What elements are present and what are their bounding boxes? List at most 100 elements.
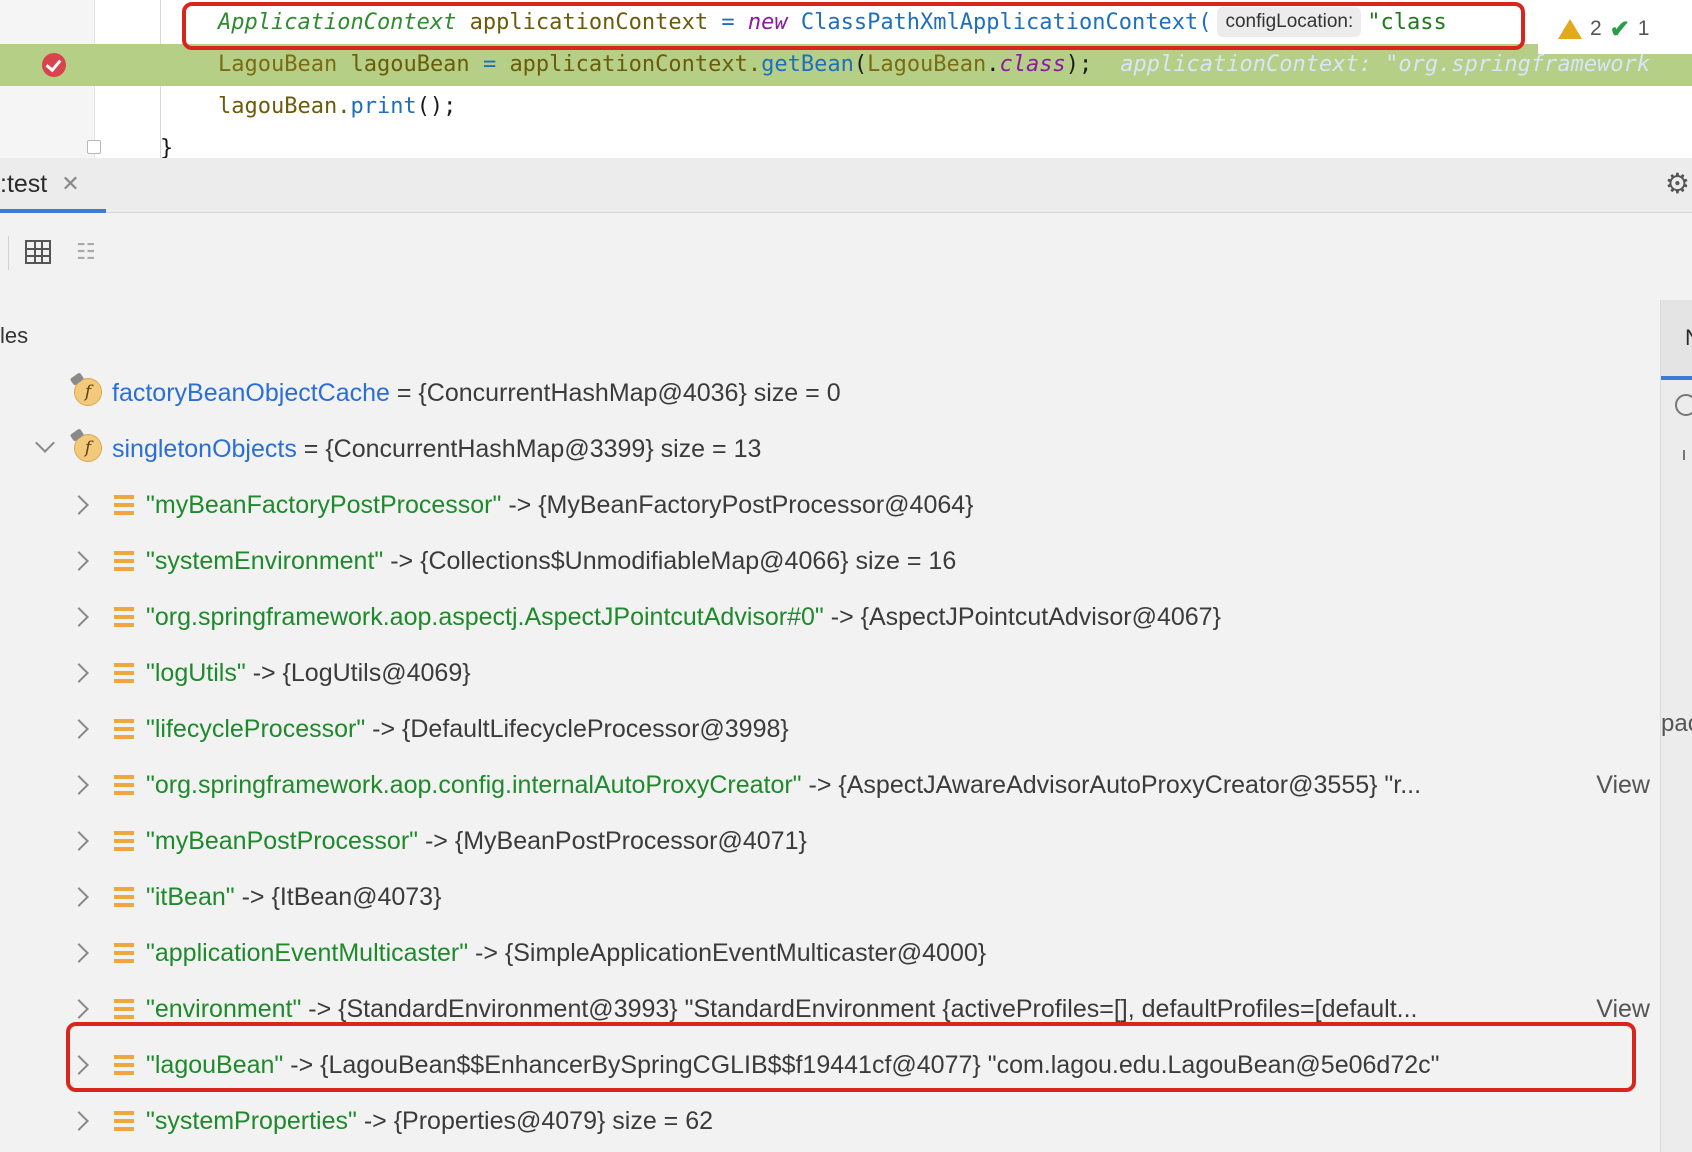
- map-entry-icon: [114, 887, 134, 907]
- tree-row-entry[interactable]: "environment" -> {StandardEnvironment@39…: [0, 981, 1660, 1037]
- layout-toggle-icon[interactable]: ☷: [76, 242, 104, 264]
- entry-value: -> {ItBean@4073}: [241, 883, 442, 911]
- code-token-new: new: [747, 10, 788, 35]
- divider-tick: [1683, 450, 1685, 460]
- code-editor[interactable]: ApplicationContext applicationContext = …: [0, 0, 1692, 158]
- code-token-op: =: [482, 52, 497, 77]
- map-entry-icon: [114, 943, 134, 963]
- table-view-icon[interactable]: [25, 240, 51, 264]
- field-icon: f: [74, 378, 102, 406]
- code-token-paren: (: [853, 52, 868, 77]
- entry-key: "environment": [146, 995, 302, 1023]
- entry-key: "org.springframework.aop.config.internal…: [146, 771, 802, 799]
- entry-value: -> {Collections$UnmodifiableMap@4066} si…: [390, 547, 957, 575]
- map-entry-icon: [114, 999, 134, 1019]
- variables-pane-title: les: [0, 323, 29, 348]
- tree-row-entry[interactable]: "applicationEventMulticaster" -> {Simple…: [0, 925, 1660, 981]
- tab-test[interactable]: :test ✕: [0, 158, 106, 213]
- chevron-right-icon[interactable]: [69, 831, 89, 851]
- code-line-3[interactable]: lagouBean.print();: [95, 86, 1692, 128]
- tree-row-entry[interactable]: "systemProperties" -> {Properties@4079} …: [0, 1093, 1660, 1149]
- code-line-2-execution-point[interactable]: LagouBean lagouBean = applicationContext…: [95, 44, 1692, 86]
- chevron-right-icon[interactable]: [69, 943, 89, 963]
- entry-key: "systemProperties": [146, 1107, 357, 1135]
- map-entry-icon: [114, 1111, 134, 1131]
- warning-count: 2: [1590, 17, 1602, 40]
- tree-row-entry[interactable]: "org.springframework.aop.config.internal…: [0, 757, 1660, 813]
- chevron-right-icon[interactable]: [69, 495, 89, 515]
- entry-value: -> {MyBeanFactoryPostProcessor@4064}: [508, 491, 974, 519]
- tree-row-entry[interactable]: "lagouBean" -> {LagouBean$$EnhancerBySpr…: [0, 1037, 1660, 1093]
- side-pane-tab[interactable]: N: [1661, 300, 1692, 380]
- code-token-var: lagouBean.: [218, 94, 351, 119]
- code-token-var: applicationContext: [469, 10, 709, 35]
- chevron-down-icon[interactable]: [35, 433, 55, 453]
- chevron-right-icon[interactable]: [69, 1055, 89, 1075]
- field-icon: f: [74, 434, 102, 462]
- tree-row-entry[interactable]: "org.springframework.aop.aspectj.AspectJ…: [0, 589, 1660, 645]
- code-token-class: ClassPathXmlApplicationContext(: [800, 10, 1212, 35]
- breakpoint-hit-icon[interactable]: [42, 53, 66, 77]
- view-link[interactable]: View: [1590, 757, 1650, 813]
- entry-key: "itBean": [146, 883, 235, 911]
- entry-value: -> {LagouBean$$EnhancerBySpringCGLIB$$f1…: [290, 1051, 1440, 1079]
- field-name: factoryBeanObjectCache: [112, 379, 390, 407]
- map-entry-icon: [114, 551, 134, 571]
- entry-key: "systemEnvironment": [146, 547, 384, 575]
- field-value: = {ConcurrentHashMap@3399} size = 13: [303, 435, 762, 463]
- tree-row-field[interactable]: f singletonObjects = {ConcurrentHashMap@…: [0, 421, 1660, 477]
- inline-debug-value: applicationContext: "org.springframework: [1120, 52, 1651, 77]
- code-token-type: LagouBean: [218, 52, 338, 77]
- entry-value: -> {AspectJPointcutAdvisor@4067}: [830, 603, 1221, 631]
- inspection-widget[interactable]: 2 ✔ 1: [1538, 4, 1692, 54]
- entry-value: -> {LogUtils@4069}: [252, 659, 471, 687]
- chevron-right-icon[interactable]: [69, 551, 89, 571]
- ok-count: 1: [1637, 17, 1650, 40]
- code-token-op: =: [721, 10, 735, 35]
- tree-row-field[interactable]: f factoryBeanObjectCache = {ConcurrentHa…: [0, 365, 1660, 421]
- entry-value: -> {DefaultLifecycleProcessor@3998}: [372, 715, 789, 743]
- chevron-right-icon[interactable]: [69, 887, 89, 907]
- code-token-end: );: [1065, 52, 1093, 77]
- chevron-right-icon[interactable]: [69, 663, 89, 683]
- search-icon[interactable]: [1675, 394, 1692, 416]
- close-icon[interactable]: ✕: [61, 159, 79, 209]
- tree-row-entry[interactable]: "itBean" -> {ItBean@4073}: [0, 869, 1660, 925]
- warning-icon: [1558, 19, 1582, 39]
- code-token-var: lagouBean: [350, 52, 470, 77]
- view-link[interactable]: View: [1590, 981, 1650, 1037]
- map-entry-icon: [114, 831, 134, 851]
- entry-value: -> {SimpleApplicationEventMulticaster@40…: [475, 939, 987, 967]
- tree-row-entry[interactable]: "systemEnvironment" -> {Collections$Unmo…: [0, 533, 1660, 589]
- entry-key: "lagouBean": [146, 1051, 284, 1079]
- chevron-right-icon[interactable]: [69, 999, 89, 1019]
- code-token-type: ApplicationContext: [218, 10, 457, 35]
- tab-label: :test: [0, 169, 48, 198]
- map-entry-icon: [114, 775, 134, 795]
- entry-key: "myBeanPostProcessor": [146, 827, 419, 855]
- code-token-method: getBean: [761, 52, 854, 77]
- debug-tab-bar: :test ✕ ⚙: [0, 158, 1692, 213]
- entry-key: "lifecycleProcessor": [146, 715, 366, 743]
- gear-icon[interactable]: ⚙: [1665, 170, 1690, 198]
- debug-toolbar: ☷: [0, 214, 1692, 294]
- field-name: singletonObjects: [112, 435, 297, 463]
- code-token-keyword: class: [999, 52, 1066, 77]
- chevron-right-icon[interactable]: [69, 775, 89, 795]
- code-line-1[interactable]: ApplicationContext applicationContext = …: [95, 2, 1692, 44]
- chevron-right-icon[interactable]: [69, 607, 89, 627]
- code-token-end: ();: [416, 94, 457, 119]
- tree-row-entry[interactable]: "logUtils" -> {LogUtils@4069}: [0, 645, 1660, 701]
- code-line-4[interactable]: }: [95, 128, 1692, 158]
- tree-row-entry[interactable]: "myBeanPostProcessor" -> {MyBeanPostProc…: [0, 813, 1660, 869]
- entry-key: "org.springframework.aop.aspectj.AspectJ…: [146, 603, 824, 631]
- tree-row-entry[interactable]: "myBeanFactoryPostProcessor" -> {MyBeanF…: [0, 477, 1660, 533]
- tree-row-entry[interactable]: "lifecycleProcessor" -> {DefaultLifecycl…: [0, 701, 1660, 757]
- code-token-object: applicationContext.: [509, 52, 762, 77]
- map-entry-icon: [114, 495, 134, 515]
- chevron-right-icon[interactable]: [69, 1111, 89, 1131]
- code-token-dot: .: [986, 52, 1000, 77]
- field-value: = {ConcurrentHashMap@4036} size = 0: [396, 379, 841, 407]
- entry-value: -> {AspectJAwareAdvisorAutoProxyCreator@…: [808, 771, 1422, 799]
- chevron-right-icon[interactable]: [69, 719, 89, 739]
